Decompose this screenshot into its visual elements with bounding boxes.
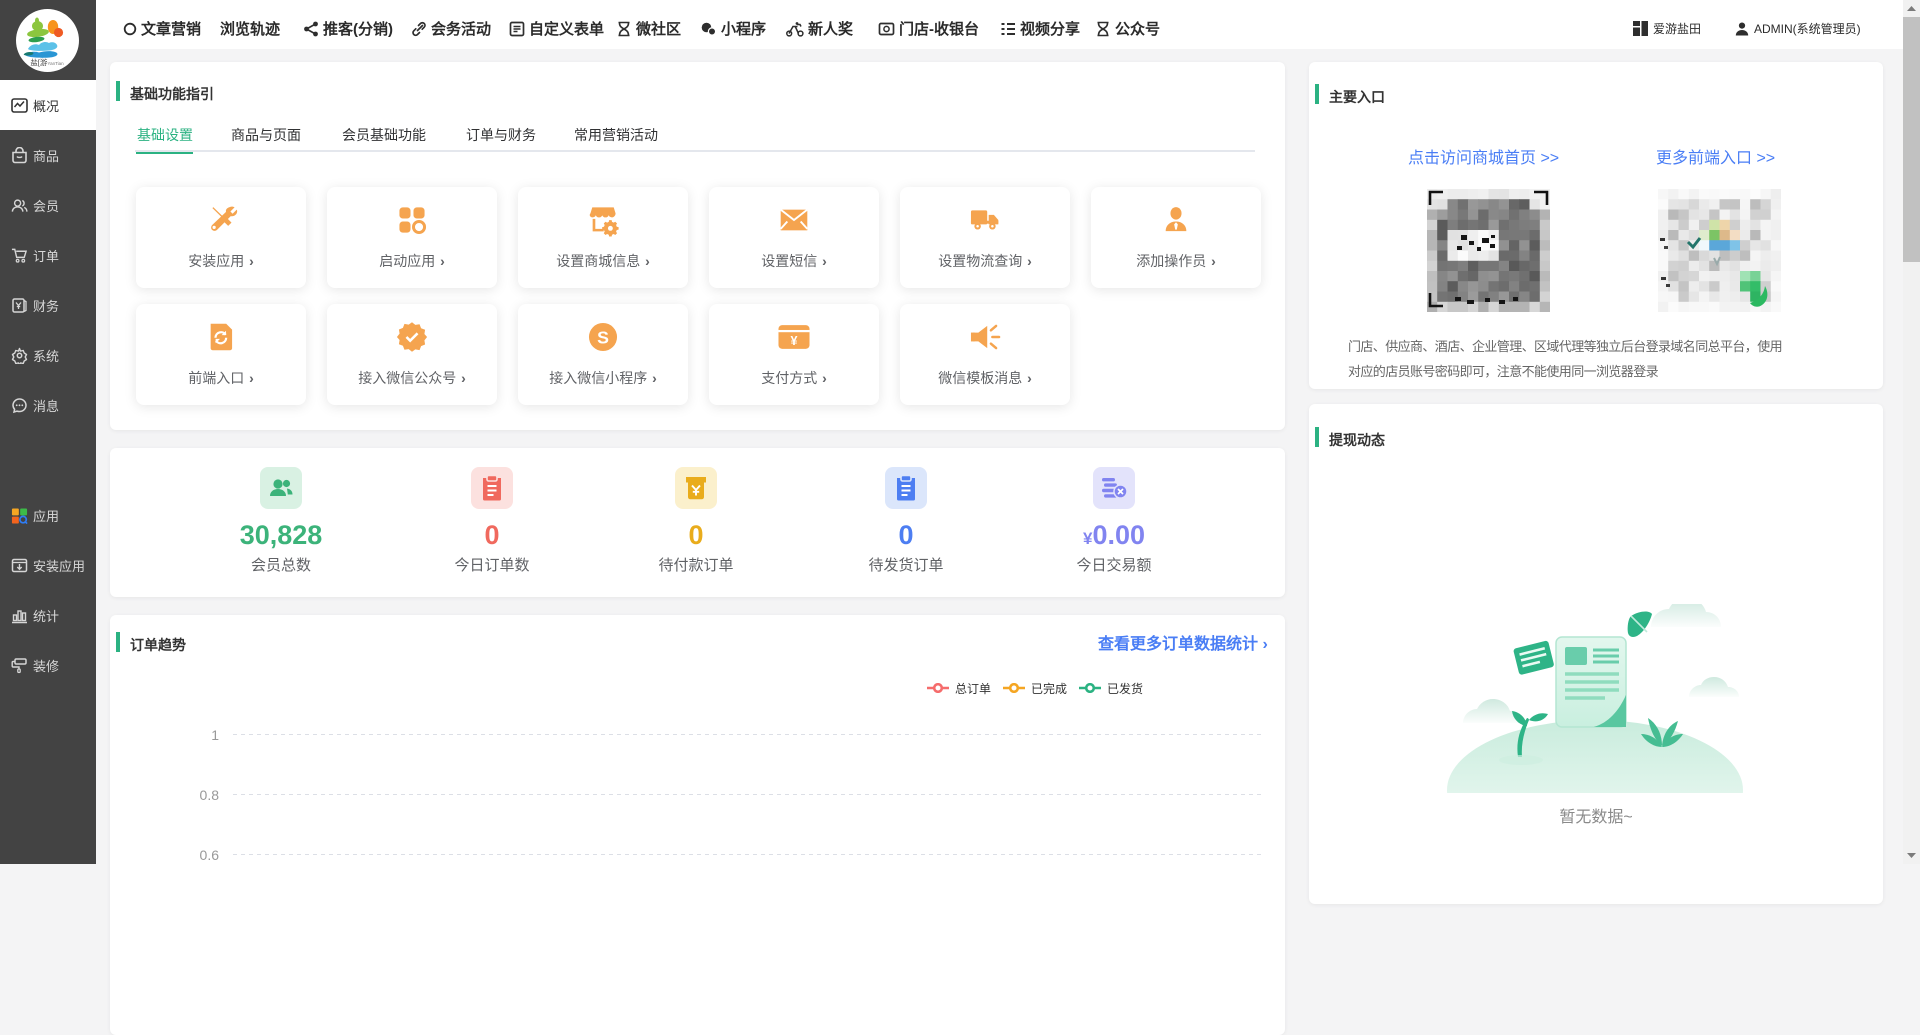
svg-text:¥: ¥ [791, 334, 798, 348]
svg-text:S: S [597, 327, 609, 347]
svg-text:盐[游YanTian: 盐[游YanTian [30, 57, 64, 67]
